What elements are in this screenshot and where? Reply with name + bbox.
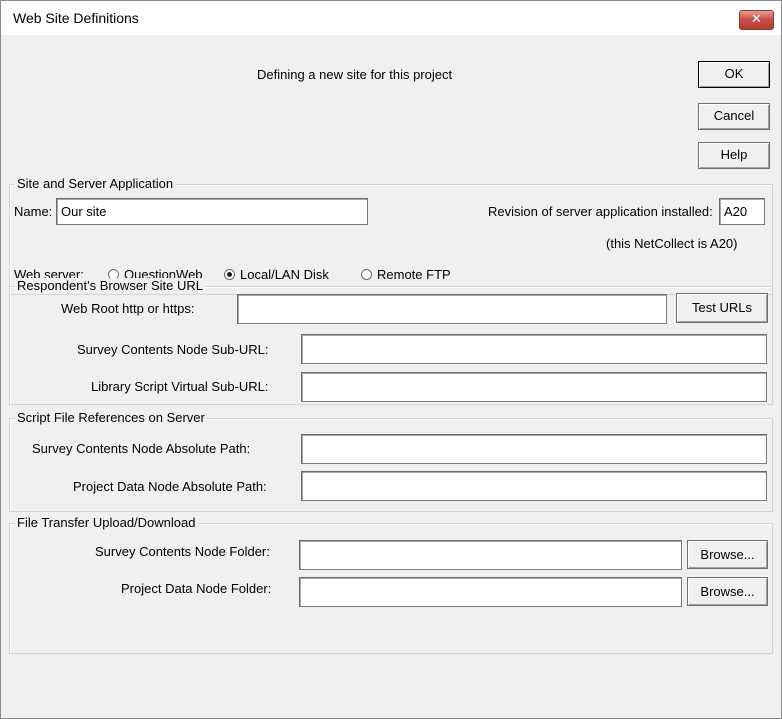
radio-local-lan-disk-label: Local/LAN Disk — [240, 267, 329, 282]
site-name-input[interactable] — [56, 198, 368, 225]
close-icon: ✕ — [751, 12, 762, 27]
revision-input[interactable] — [719, 198, 765, 225]
data-folder-input[interactable] — [299, 577, 682, 607]
name-label: Name: — [14, 204, 53, 219]
data-path-input[interactable] — [301, 471, 767, 501]
radio-local-lan-disk[interactable]: Local/LAN Disk — [224, 267, 329, 283]
test-urls-button[interactable]: Test URLs — [676, 293, 768, 323]
contents-folder-label: Survey Contents Node Folder: — [95, 544, 270, 559]
contents-path-input[interactable] — [301, 434, 767, 464]
close-button[interactable]: ✕ — [739, 10, 774, 30]
data-path-label: Project Data Node Absolute Path: — [73, 479, 267, 494]
title-bar: Web Site Definitions ✕ — [1, 1, 781, 35]
library-sub-url-label: Library Script Virtual Sub-URL: — [91, 379, 269, 394]
file-transfer-legend: File Transfer Upload/Download — [15, 515, 198, 531]
browser-url-legend: Respondent's Browser Site URL — [15, 278, 206, 294]
ok-button[interactable]: OK — [698, 61, 770, 88]
web-site-definitions-dialog: Web Site Definitions ✕ Defining a new si… — [0, 0, 782, 719]
contents-folder-input[interactable] — [299, 540, 682, 570]
web-root-label: Web Root http or https: — [61, 301, 195, 316]
radio-remote-ftp-label: Remote FTP — [377, 267, 451, 282]
web-root-input[interactable] — [237, 294, 667, 324]
window-title: Web Site Definitions — [13, 10, 139, 26]
browse-contents-button[interactable]: Browse... — [687, 540, 768, 569]
browse-data-button[interactable]: Browse... — [687, 577, 768, 606]
radio-button-selected-icon — [224, 269, 235, 280]
data-folder-label: Project Data Node Folder: — [121, 581, 272, 596]
contents-sub-url-input[interactable] — [301, 334, 767, 364]
library-sub-url-input[interactable] — [301, 372, 767, 402]
script-refs-legend: Script File References on Server — [15, 410, 207, 426]
radio-button-icon — [361, 269, 372, 280]
netcollect-note: (this NetCollect is A20) — [606, 236, 738, 251]
site-server-legend: Site and Server Application — [15, 176, 176, 192]
contents-sub-url-label: Survey Contents Node Sub-URL: — [77, 342, 269, 357]
radio-remote-ftp[interactable]: Remote FTP — [361, 267, 451, 283]
cancel-button[interactable]: Cancel — [698, 103, 770, 130]
revision-label: Revision of server application installed… — [488, 204, 713, 219]
help-button[interactable]: Help — [698, 142, 770, 169]
contents-path-label: Survey Contents Node Absolute Path: — [32, 441, 251, 456]
dialog-message: Defining a new site for this project — [257, 67, 453, 82]
